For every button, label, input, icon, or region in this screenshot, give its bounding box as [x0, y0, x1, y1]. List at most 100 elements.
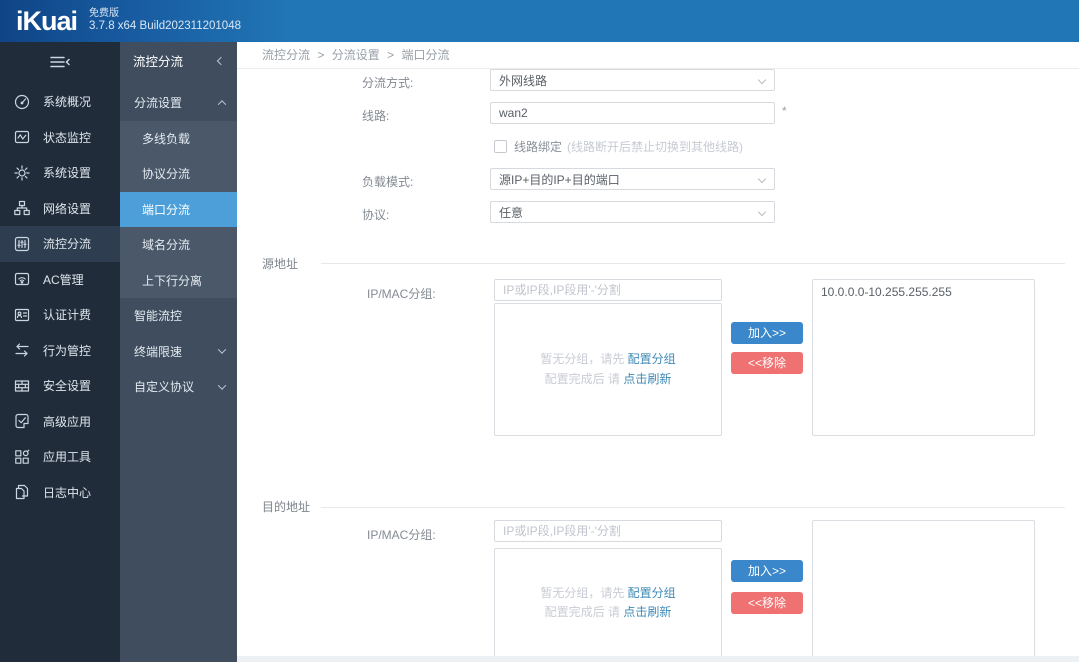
- sidebar-item-label: 流控分流: [43, 237, 92, 252]
- line-bind-hint: (线路断开后禁止切换到其他线路): [567, 140, 744, 154]
- submenu-item-protocol-split[interactable]: 协议分流: [120, 156, 237, 192]
- empty-hint-line2: 配置完成后 请 点击刷新: [544, 605, 672, 619]
- submenu-header[interactable]: 流控分流: [120, 42, 237, 79]
- page-bottom-strip: [237, 656, 1079, 662]
- main-sidebar: 系统概况 状态监控 系统设置 网络设置 流控分流 AC管理 认证计费 行为管控 …: [0, 42, 120, 662]
- sidebar-item-label: 应用工具: [43, 450, 92, 465]
- submenu-item-updown-split[interactable]: 上下行分离: [120, 262, 237, 298]
- empty-hint-line1: 暂无分组，请先 配置分组: [540, 352, 676, 367]
- protocol-select[interactable]: 任意: [490, 201, 775, 223]
- sidebar-item-log-center[interactable]: 日志中心: [0, 475, 120, 511]
- submenu-item-label: 终端限速: [134, 344, 183, 359]
- breadcrumb-item: 端口分流: [401, 48, 450, 62]
- sidebar-item-flow-control[interactable]: 流控分流: [0, 226, 120, 262]
- sidebar-item-label: 行为管控: [43, 343, 92, 358]
- load-mode-select[interactable]: 源IP+目的IP+目的端口: [490, 168, 775, 190]
- sidebar-collapse-button[interactable]: [0, 42, 120, 84]
- dest-selected-listbox[interactable]: [812, 520, 1035, 658]
- load-mode-label: 负载模式:: [362, 175, 414, 189]
- dest-add-button[interactable]: 加入>>: [731, 560, 803, 582]
- sidebar-item-ac-management[interactable]: AC管理: [0, 262, 120, 298]
- sidebar-item-label: 系统设置: [43, 166, 92, 181]
- submenu-item-label: 协议分流: [142, 167, 191, 182]
- sidebar-item-label: 高级应用: [43, 414, 92, 429]
- dest-section-title: 目的地址: [262, 500, 311, 514]
- submenu-item-domain-split[interactable]: 域名分流: [120, 227, 237, 263]
- submenu-title: 流控分流: [133, 55, 184, 69]
- sidebar-item-label: 安全设置: [43, 379, 92, 394]
- sidebar-item-network-settings[interactable]: 网络设置: [0, 191, 120, 227]
- submenu-item-label: 端口分流: [142, 202, 191, 217]
- configure-group-link[interactable]: 配置分组: [628, 586, 676, 600]
- sidebar-item-label: 认证计费: [43, 308, 92, 323]
- protocol-value: 任意: [499, 205, 524, 220]
- network-icon: [13, 199, 31, 217]
- split-mode-select[interactable]: 外网线路: [490, 69, 775, 91]
- swap-arrows-icon: [13, 341, 31, 359]
- line-input[interactable]: [490, 102, 775, 124]
- firewall-icon: [13, 377, 31, 395]
- breadcrumb: 流控分流 > 分流设置 > 端口分流: [237, 42, 1079, 69]
- app-grid-icon: [13, 448, 31, 466]
- sidebar-item-system-overview[interactable]: 系统概况: [0, 84, 120, 120]
- breadcrumb-separator: >: [317, 48, 325, 62]
- source-section-title: 源地址: [262, 257, 299, 271]
- line-label: 线路:: [362, 109, 390, 123]
- submenu-item-split-settings[interactable]: 分流设置: [120, 85, 237, 121]
- breadcrumb-item: 分流设置: [331, 48, 380, 62]
- split-mode-label: 分流方式:: [362, 76, 414, 90]
- split-mode-value: 外网线路: [499, 73, 548, 88]
- top-bar: iKuai 免费版 3.7.8 x64 Build202311201048: [0, 0, 1079, 42]
- submenu-list: 分流设置 多线负载 协议分流 端口分流 域名分流 上下行分离 智能流控 终端限速…: [120, 85, 237, 405]
- submenu-item-label: 分流设置: [134, 96, 183, 111]
- app-logo: iKuai: [16, 5, 78, 36]
- protocol-label: 协议:: [362, 208, 390, 222]
- sliders-icon: [13, 235, 31, 253]
- main-content: 流控分流 > 分流设置 > 端口分流 分流方式: 外网线路 线路: * 线路绑定…: [237, 42, 1079, 662]
- sidebar-item-status-monitor[interactable]: 状态监控: [0, 120, 120, 156]
- list-item[interactable]: 10.0.0.0-10.255.255.255: [813, 280, 1034, 304]
- chevron-down-icon: [757, 207, 767, 217]
- source-remove-button[interactable]: <<移除: [731, 352, 803, 374]
- configure-group-link[interactable]: 配置分组: [628, 352, 676, 366]
- sidebar-item-label: 网络设置: [43, 201, 92, 216]
- sidebar-item-auth-billing[interactable]: 认证计费: [0, 297, 120, 333]
- chevron-down-icon: [757, 75, 767, 85]
- chevron-down-icon: [217, 381, 227, 390]
- dest-group-listbox[interactable]: 暂无分组，请先 配置分组 配置完成后 请 点击刷新: [494, 548, 722, 658]
- source-add-button[interactable]: 加入>>: [731, 322, 803, 344]
- source-group-label: IP/MAC分组:: [367, 287, 436, 301]
- gear-icon: [13, 164, 31, 182]
- edition-label: 免费版: [89, 8, 120, 20]
- sidebar-item-behavior-control[interactable]: 行为管控: [0, 333, 120, 369]
- submenu-item-smart-qos[interactable]: 智能流控: [120, 298, 237, 334]
- sidebar-item-app-tools[interactable]: 应用工具: [0, 439, 120, 475]
- sidebar-item-label: 状态监控: [43, 130, 92, 145]
- line-bind-label: 线路绑定: [514, 140, 563, 154]
- line-bind-row: 线路绑定 (线路断开后禁止切换到其他线路): [494, 138, 743, 155]
- sidebar-item-system-settings[interactable]: 系统设置: [0, 155, 120, 191]
- source-group-listbox[interactable]: 暂无分组，请先 配置分组 配置完成后 请 点击刷新: [494, 303, 722, 436]
- sidebar-item-label: 系统概况: [43, 95, 92, 110]
- id-card-icon: [13, 306, 31, 324]
- section-divider: [321, 507, 1065, 508]
- log-pages-icon: [13, 483, 31, 501]
- submenu-item-port-split[interactable]: 端口分流: [120, 191, 237, 227]
- source-selected-listbox[interactable]: 10.0.0.0-10.255.255.255: [812, 279, 1035, 436]
- check-note-icon: [13, 412, 31, 430]
- submenu-item-custom-protocol[interactable]: 自定义协议: [120, 369, 237, 405]
- submenu-item-multiline-load[interactable]: 多线负载: [120, 120, 237, 156]
- source-ip-input[interactable]: [494, 279, 722, 301]
- line-bind-checkbox[interactable]: [494, 140, 507, 153]
- dest-ip-input[interactable]: [494, 520, 722, 542]
- dest-group-label: IP/MAC分组:: [367, 528, 436, 542]
- sidebar-item-advanced-apps[interactable]: 高级应用: [0, 404, 120, 440]
- required-mark: *: [782, 104, 787, 118]
- submenu-item-terminal-limit[interactable]: 终端限速: [120, 334, 237, 370]
- refresh-link[interactable]: 点击刷新: [623, 605, 671, 619]
- chevron-up-icon: [217, 99, 227, 109]
- dest-remove-button[interactable]: <<移除: [731, 592, 803, 614]
- refresh-link[interactable]: 点击刷新: [623, 372, 671, 386]
- sidebar-item-security-settings[interactable]: 安全设置: [0, 368, 120, 404]
- gauge-icon: [13, 93, 31, 111]
